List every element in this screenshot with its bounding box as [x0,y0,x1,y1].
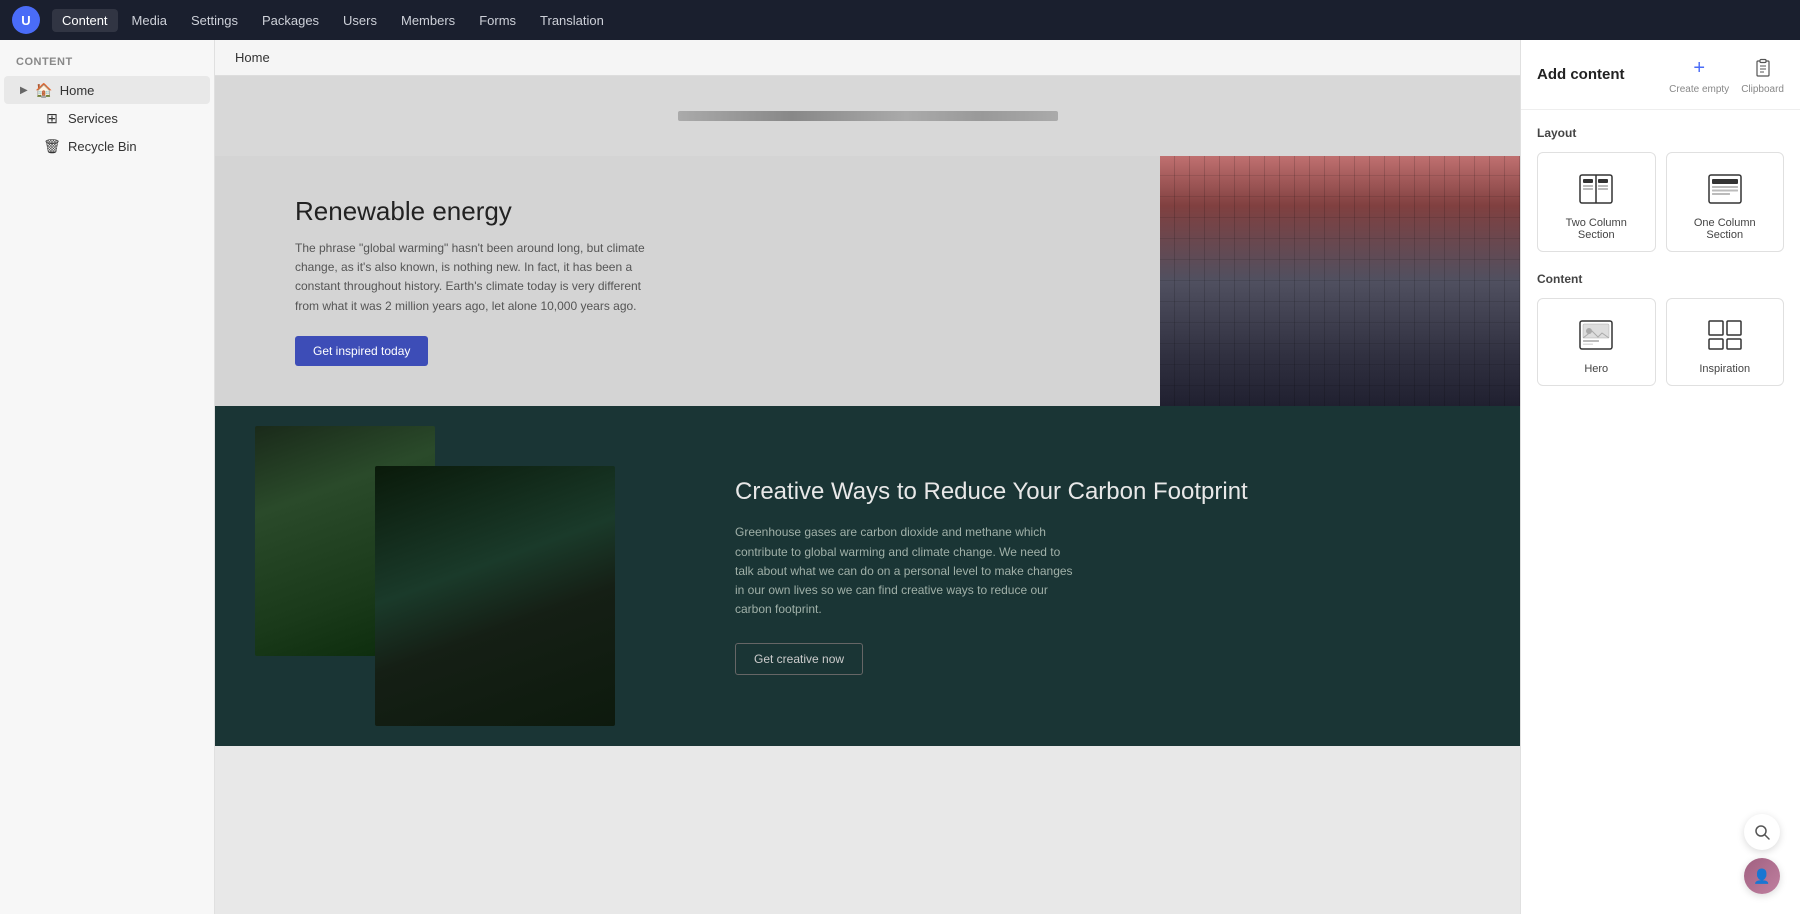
breadcrumb: Home [215,40,1520,76]
user-avatar-button[interactable]: 👤 [1744,858,1780,894]
carbon-images [255,426,675,726]
inspiration-icon [1705,315,1745,355]
carbon-title: Creative Ways to Reduce Your Carbon Foot… [735,476,1480,507]
right-panel-header: Add content + Create empty [1521,40,1800,110]
search-bottom-button[interactable] [1744,814,1780,850]
hero-label: Hero [1584,363,1608,375]
logo: U [12,6,40,34]
carbon-body: Greenhouse gases are carbon dioxide and … [735,523,1075,619]
right-panel: Add content + Create empty [1520,40,1800,914]
renewable-image [1160,156,1520,406]
content-area: Home Renewable energy The phrase "global… [215,40,1520,914]
bottom-right-icons: 👤 [1744,814,1780,894]
nav-item-translation[interactable]: Translation [530,9,614,32]
nav-item-members[interactable]: Members [391,9,465,32]
clipboard-icon [1749,54,1777,82]
one-column-label: One Column Section [1677,217,1774,241]
section-renewable: Renewable energy The phrase "global warm… [215,156,1520,406]
nav-item-media[interactable]: Media [122,9,177,32]
section-carbon: Creative Ways to Reduce Your Carbon Foot… [215,406,1520,746]
layout-grid: Two Column Section One Column Section [1537,152,1784,252]
get-inspired-button[interactable]: Get inspired today [295,336,428,366]
right-panel-body: Layout [1521,110,1800,422]
nav-item-packages[interactable]: Packages [252,9,329,32]
services-icon: ⊞ [44,110,60,126]
nav-item-settings[interactable]: Settings [181,9,248,32]
top-nav: U Content Media Settings Packages Users … [0,0,1800,40]
renewable-title: Renewable energy [295,196,1120,227]
inspiration-card[interactable]: Inspiration [1666,298,1785,386]
page-preview: Renewable energy The phrase "global warm… [215,76,1520,746]
sidebar-item-services[interactable]: ⊞ Services [4,104,210,132]
two-column-icon [1576,169,1616,209]
arrow-icon: ▶ [20,85,28,96]
two-column-label: Two Column Section [1548,217,1645,241]
hero-card[interactable]: Hero [1537,298,1656,386]
strip-placeholder [678,111,1058,121]
recycle-icon: 🗑 [44,138,60,154]
clipboard-label: Clipboard [1741,84,1784,95]
one-column-icon [1705,169,1745,209]
two-column-card[interactable]: Two Column Section [1537,152,1656,252]
clipboard-button[interactable]: Clipboard [1741,54,1784,95]
renewable-body: The phrase "global warming" hasn't been … [295,239,655,316]
sidebar-item-services-label: Services [68,111,118,126]
nav-item-content[interactable]: Content [52,9,118,32]
fern-image [375,466,615,726]
hero-icon [1576,315,1616,355]
inspiration-label: Inspiration [1699,363,1750,375]
nav-item-forms[interactable]: Forms [469,9,526,32]
create-empty-button[interactable]: + Create empty [1669,54,1729,95]
get-creative-button[interactable]: Get creative now [735,643,863,675]
one-column-card[interactable]: One Column Section [1666,152,1785,252]
sidebar-item-recycle[interactable]: 🗑 Recycle Bin [4,132,210,160]
sidebar-item-recycle-label: Recycle Bin [68,139,137,154]
sidebar-item-home-label: Home [60,83,95,98]
building-overlay [1160,156,1520,406]
sidebar: Content ▶ 🏠 Home ⊞ Services 🗑 Recycle Bi… [0,40,215,914]
section-top-strip [215,76,1520,156]
home-icon: 🏠 [36,82,52,98]
carbon-content: Creative Ways to Reduce Your Carbon Foot… [715,436,1520,715]
create-empty-label: Create empty [1669,84,1729,95]
content-grid: Hero Inspiration [1537,298,1784,386]
sidebar-section-title: Content [0,52,214,76]
content-section-title: Content [1537,272,1784,286]
panel-actions: + Create empty Clipboard [1669,54,1784,95]
right-panel-title: Add content [1537,66,1625,83]
building-image [1160,156,1520,406]
nav-item-users[interactable]: Users [333,9,387,32]
main-layout: Content ▶ 🏠 Home ⊞ Services 🗑 Recycle Bi… [0,40,1800,914]
renewable-left: Renewable energy The phrase "global warm… [215,156,1160,406]
sidebar-item-home[interactable]: ▶ 🏠 Home [4,76,210,104]
create-empty-icon: + [1685,54,1713,82]
layout-section-title: Layout [1537,126,1784,140]
